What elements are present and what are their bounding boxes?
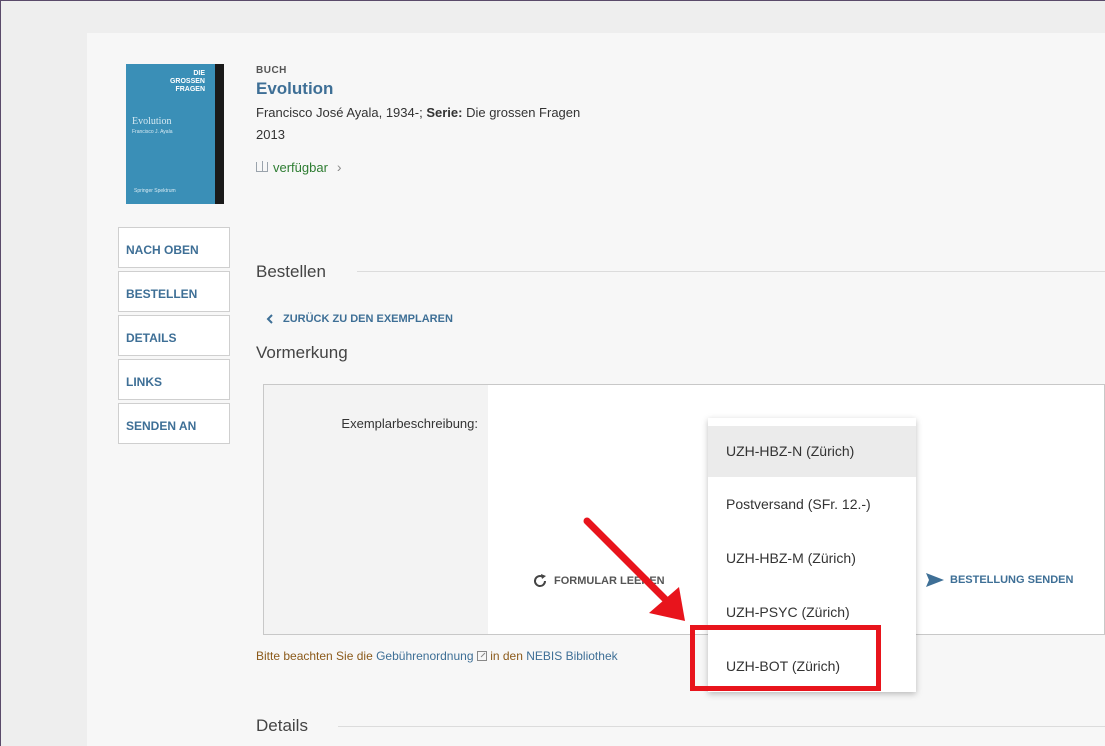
send-request-button[interactable]: BESTELLUNG SENDEN (926, 573, 1073, 587)
author-link[interactable]: Francisco José Ayala, 1934-; (256, 105, 423, 120)
form-label-column: Exemplarbeschreibung: (264, 385, 488, 634)
back-to-items-link[interactable]: ZURÜCK ZU DEN EXEMPLAREN (266, 313, 453, 325)
nav-details[interactable]: DETAILS (118, 315, 230, 356)
cover-title-text: Evolution (132, 116, 172, 127)
publication-year: 2013 (256, 127, 285, 142)
section-heading-details: Details (256, 716, 308, 735)
fee-notice: Bitte beachten Sie die Gebührenordnung i… (256, 649, 618, 663)
cover-publisher-text: Springer Spektrum (134, 188, 176, 194)
dropdown-option[interactable]: UZH-HBZ-N (Zürich) (708, 426, 916, 477)
nav-senden-an[interactable]: SENDEN AN (118, 403, 230, 444)
record-title[interactable]: Evolution (256, 79, 333, 99)
section-divider (357, 271, 1105, 272)
cover-series-text: DIE GROSSEN FRAGEN (169, 70, 205, 93)
fee-schedule-link[interactable]: Gebührenordnung (376, 649, 473, 663)
side-navigation: NACH OBEN BESTELLEN DETAILS LINKS SENDEN… (118, 227, 230, 447)
back-link-label: ZURÜCK ZU DEN EXEMPLAREN (283, 313, 453, 325)
section-heading-vormerkung: Vormerkung (256, 343, 348, 362)
book-cover-image[interactable]: DIE GROSSEN FRAGEN Evolution Francisco J… (126, 64, 224, 204)
author-series-line: Francisco José Ayala, 1934-; Serie: Die … (256, 105, 580, 120)
chevron-right-icon: › (336, 159, 342, 175)
chevron-left-icon (266, 314, 273, 324)
nav-nach-oben[interactable]: NACH OBEN (118, 227, 230, 268)
dropdown-option[interactable]: Postversand (SFr. 12.-) (708, 477, 916, 531)
send-icon (926, 573, 944, 587)
highlight-box-annotation (690, 625, 881, 691)
nebis-libraries-link[interactable]: NEBIS Bibliothek (526, 649, 617, 663)
send-request-label: BESTELLUNG SENDEN (950, 574, 1074, 586)
resource-type-label: BUCH (256, 65, 287, 76)
availability-status[interactable]: verfügbar › (256, 159, 342, 175)
refresh-icon (534, 574, 547, 587)
book-open-icon (256, 161, 268, 172)
cover-author-text: Francisco J. Ayala (132, 129, 173, 135)
item-description-label: Exemplarbeschreibung: (341, 416, 478, 431)
red-arrow-annotation (583, 517, 685, 621)
dropdown-option[interactable]: UZH-HBZ-M (Zürich) (708, 531, 916, 585)
series-link[interactable]: Die grossen Fragen (466, 105, 580, 120)
section-heading-bestellen: Bestellen (256, 262, 326, 281)
section-divider-details (338, 726, 1105, 727)
availability-text: verfügbar (273, 159, 328, 175)
external-link-icon (476, 651, 487, 661)
nav-links[interactable]: LINKS (118, 359, 230, 400)
series-label: Serie: (426, 105, 463, 120)
nav-bestellen[interactable]: BESTELLEN (118, 271, 230, 312)
